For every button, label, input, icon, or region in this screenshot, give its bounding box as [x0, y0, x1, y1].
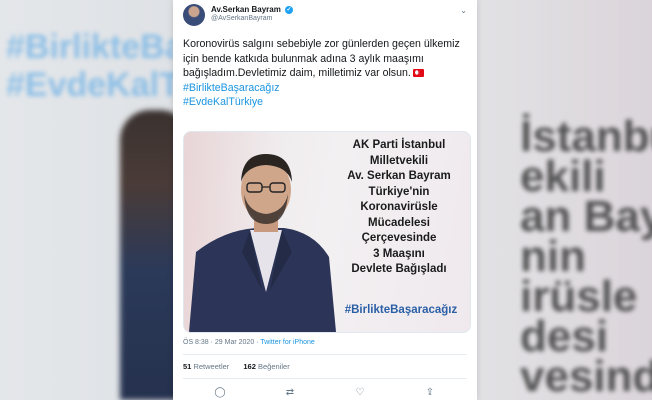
- caption-line: Mücadelesi: [368, 216, 430, 229]
- hashtag-link[interactable]: #EvdeKalTürkiye: [183, 95, 468, 110]
- caption-line: 3 Maaşını: [373, 247, 425, 260]
- reply-icon[interactable]: ◯: [213, 386, 227, 400]
- author-handle[interactable]: @AvSerkanBayram: [211, 15, 272, 22]
- likes-stat[interactable]: 162 Beğeniler: [243, 362, 289, 371]
- tweet-header: Av.Serkan Bayram ✓ @AvSerkanBayram ⌄: [183, 4, 467, 28]
- divider: [183, 378, 467, 379]
- caption-line: Çerçevesinde: [361, 232, 437, 244]
- tweet-media-image[interactable]: AK Parti İstanbul Milletvekili Av. Serka…: [183, 131, 471, 333]
- caption-line: Milletvekili: [369, 154, 429, 167]
- chevron-down-icon[interactable]: ⌄: [460, 6, 467, 15]
- hashtag-link[interactable]: #BirlikteBaşaracağız: [183, 81, 468, 96]
- tweet-text: Koronovirüs salgını sebebiyle zor günler…: [183, 37, 468, 110]
- turkey-flag-icon: [412, 69, 424, 78]
- action-bar: ◯ ⇄ ♡ ⇪: [183, 386, 467, 400]
- media-hashtag: #BirlikteBaşaracağız: [344, 304, 458, 316]
- retweet-icon[interactable]: ⇄: [283, 386, 297, 400]
- divider: [183, 354, 467, 355]
- avatar[interactable]: [183, 4, 205, 26]
- person-photo: [189, 154, 336, 332]
- tweet-timestamp: ÖS 8:38 · 29 Mar 2020 · Twitter for iPho…: [183, 339, 315, 346]
- engagement-stats: 51 Retweetler 162 Beğeniler: [183, 362, 302, 371]
- retweets-stat[interactable]: 51 Retweetler: [183, 362, 229, 371]
- share-icon[interactable]: ⇪: [423, 386, 437, 400]
- tweet-card: Av.Serkan Bayram ✓ @AvSerkanBayram ⌄ Kor…: [173, 0, 477, 400]
- blurred-text-right-7: vesinde: [520, 352, 652, 400]
- media-caption: AK Parti İstanbul Milletvekili Av. Serka…: [332, 138, 466, 278]
- caption-line: AK Parti İstanbul: [352, 139, 446, 151]
- verified-badge-icon: ✓: [285, 5, 294, 14]
- author-name[interactable]: Av.Serkan Bayram: [211, 5, 281, 14]
- caption-line: Av. Serkan Bayram: [347, 170, 451, 182]
- like-icon[interactable]: ♡: [353, 386, 367, 400]
- caption-line: Türkiye'nin: [368, 185, 430, 198]
- caption-line: Koronavirüsle: [360, 201, 438, 213]
- caption-line: Devlete Bağışladı: [351, 263, 447, 275]
- source-link[interactable]: Twitter for iPhone: [260, 339, 314, 346]
